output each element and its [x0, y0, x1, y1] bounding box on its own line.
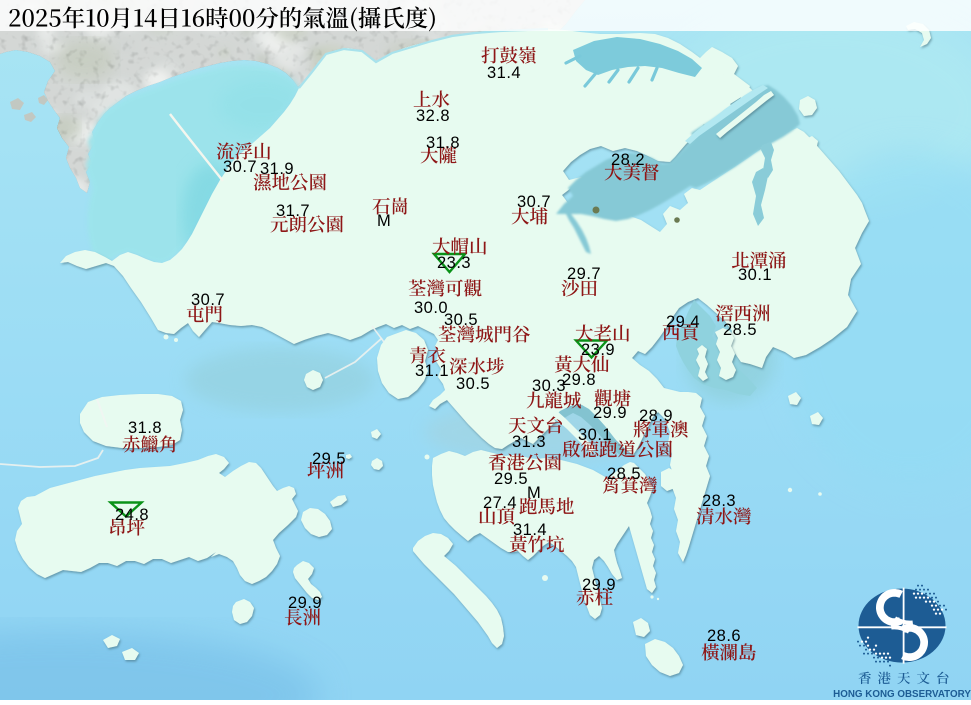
svg-text:29.5: 29.5 — [494, 470, 528, 488]
svg-text:29.7: 29.7 — [567, 265, 601, 283]
svg-text:29.9: 29.9 — [288, 594, 322, 612]
svg-text:31.1: 31.1 — [415, 362, 449, 380]
svg-text:30.1: 30.1 — [578, 426, 612, 444]
svg-text:HONG KONG OBSERVATORY: HONG KONG OBSERVATORY — [833, 689, 971, 700]
svg-text:30.5: 30.5 — [444, 311, 478, 329]
svg-text:30.3: 30.3 — [532, 377, 566, 395]
svg-text:32.8: 32.8 — [416, 107, 450, 125]
svg-text:30.0: 30.0 — [414, 299, 448, 317]
svg-text:31.4: 31.4 — [513, 521, 547, 539]
svg-text:28.3: 28.3 — [702, 492, 736, 510]
svg-text:29.9: 29.9 — [582, 576, 616, 594]
svg-text:23.9: 23.9 — [581, 341, 615, 359]
svg-text:31.8: 31.8 — [128, 419, 162, 437]
svg-text:30.1: 30.1 — [738, 266, 772, 284]
svg-text:29.9: 29.9 — [593, 404, 627, 422]
svg-text:28.5: 28.5 — [723, 321, 757, 339]
svg-text:30.5: 30.5 — [456, 375, 490, 393]
svg-text:28.5: 28.5 — [607, 465, 641, 483]
svg-text:30.7: 30.7 — [223, 158, 257, 176]
svg-text:28.6: 28.6 — [707, 627, 741, 645]
svg-text:29.8: 29.8 — [562, 371, 596, 389]
svg-text:29.5: 29.5 — [312, 450, 346, 468]
svg-text:24.8: 24.8 — [115, 506, 149, 524]
svg-text:29.4: 29.4 — [666, 313, 700, 331]
svg-text:31.7: 31.7 — [276, 202, 310, 220]
svg-text:28.2: 28.2 — [611, 151, 645, 169]
svg-text:31.4: 31.4 — [487, 64, 521, 82]
svg-text:31.3: 31.3 — [512, 433, 546, 451]
svg-text:M: M — [527, 484, 541, 502]
svg-text:28.9: 28.9 — [639, 407, 673, 425]
svg-text:27.4: 27.4 — [483, 494, 517, 512]
svg-text:31.8: 31.8 — [426, 134, 460, 152]
svg-text:30.7: 30.7 — [191, 291, 225, 309]
svg-text:23.3: 23.3 — [437, 254, 471, 272]
svg-text:30.7: 30.7 — [517, 193, 551, 211]
svg-text:31.9: 31.9 — [260, 160, 294, 178]
svg-text:M: M — [377, 212, 391, 230]
